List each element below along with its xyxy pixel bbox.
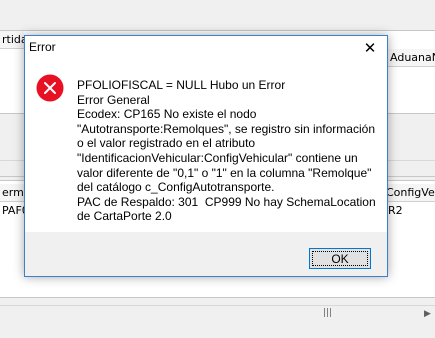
- dialog-footer: OK: [25, 232, 387, 276]
- dialog-body: PFOLIOFISCAL = NULL Hubo un Error Error …: [25, 61, 387, 232]
- ok-button[interactable]: OK: [309, 248, 371, 269]
- horizontal-scrollbar-bottom[interactable]: [0, 305, 435, 324]
- column-header-configvehicular[interactable]: ConfigVehicul: [384, 184, 435, 202]
- error-icon: [36, 74, 64, 102]
- grid-cell-paf[interactable]: PAF0: [0, 203, 24, 219]
- grid-cell-r2[interactable]: R2: [386, 203, 428, 219]
- dialog-title: Error: [29, 40, 56, 54]
- close-button[interactable]: ✕: [353, 36, 387, 61]
- close-icon: ✕: [363, 39, 377, 57]
- dialog-titlebar[interactable]: Error ✕: [25, 36, 387, 61]
- column-header-aduana[interactable]: AduanaNu: [388, 49, 435, 67]
- scroll-right-arrow-icon[interactable]: ▶: [424, 309, 431, 319]
- scrollbar-grip-icon[interactable]: |||: [323, 308, 332, 318]
- column-header-partida[interactable]: rtida: [0, 31, 24, 49]
- error-dialog: Error ✕ PFOLIOFISCAL = NULL Hubo un Erro…: [24, 35, 388, 277]
- error-message: PFOLIOFISCAL = NULL Hubo un Error Error …: [77, 78, 376, 224]
- column-header-termsi[interactable]: ermSi: [0, 184, 24, 202]
